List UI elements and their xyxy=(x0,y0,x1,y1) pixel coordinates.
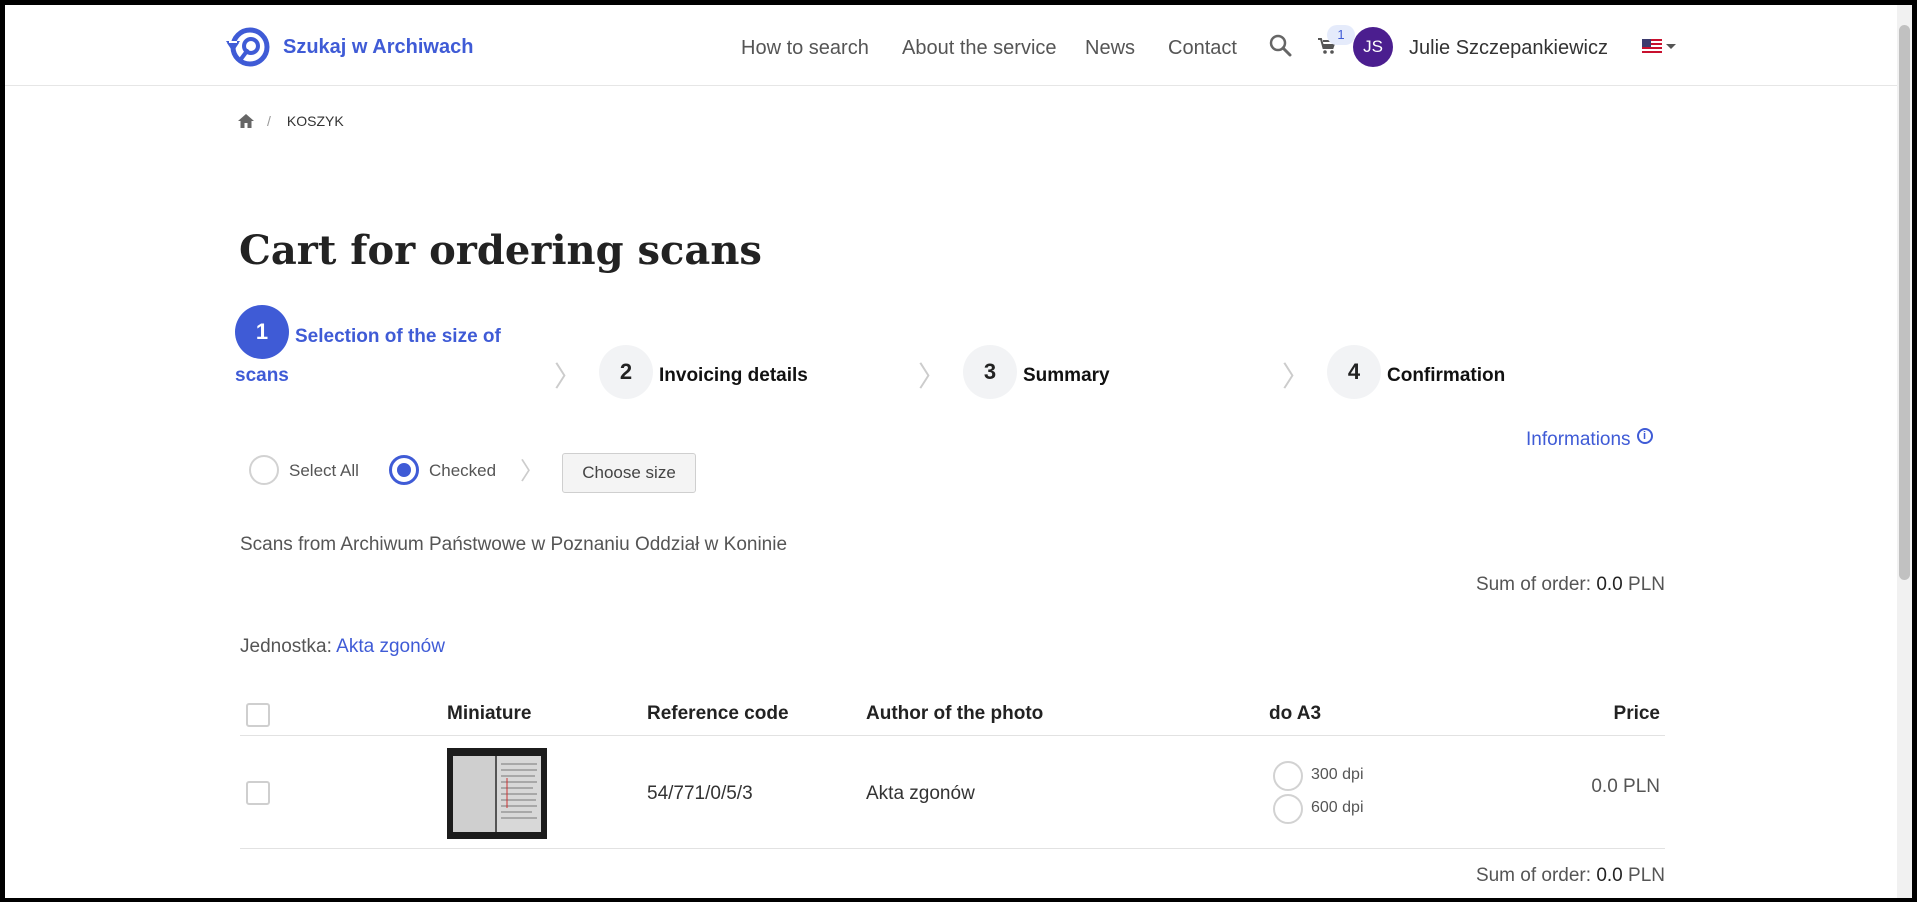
table-row-divider xyxy=(240,848,1665,849)
reference-code-cell: 54/771/0/5/3 xyxy=(647,783,753,804)
step-4-number: 4 xyxy=(1327,345,1381,399)
step-chevron-icon: 〉 xyxy=(554,360,583,393)
us-flag-icon[interactable] xyxy=(1642,39,1662,53)
sum-of-order-label: Sum of order: xyxy=(1475,865,1592,886)
cart-count-badge: 1 xyxy=(1327,25,1355,45)
dpi-300-label: 300 dpi xyxy=(1311,766,1364,783)
sum-of-order-bottom: Sum of order: 0.0 PLN xyxy=(1425,865,1665,887)
nav-contact[interactable]: Contact xyxy=(1168,37,1237,60)
sum-of-order-top: Sum of order: 0.0 PLN xyxy=(1425,574,1665,596)
dpi-600-label: 600 dpi xyxy=(1311,799,1364,816)
step-chevron-icon: 〉 xyxy=(1282,360,1311,393)
sum-of-order-currency: PLN xyxy=(1628,574,1665,595)
informations-label: Informations xyxy=(1526,429,1631,450)
select-all-radio[interactable] xyxy=(249,455,279,485)
sum-of-order-value: 0.0 xyxy=(1596,865,1623,886)
price-cell: 0.0 PLN xyxy=(1591,776,1660,797)
page-title: Cart for ordering scans xyxy=(239,227,762,274)
author-cell: Akta zgonów xyxy=(866,783,975,804)
browser-viewport: Szukaj w Archiwach How to search About t… xyxy=(5,5,1897,898)
step-1-label-line1: Selection of the size of xyxy=(295,326,501,347)
step-4-label: Confirmation xyxy=(1387,365,1506,386)
home-icon[interactable] xyxy=(237,113,255,129)
sum-of-order-value: 0.0 xyxy=(1596,574,1623,595)
archive-search-logo-icon xyxy=(226,27,270,67)
checked-label[interactable]: Checked xyxy=(429,461,496,481)
language-caret-icon[interactable] xyxy=(1666,44,1676,49)
search-icon[interactable] xyxy=(1268,33,1292,62)
select-all-label[interactable]: Select All xyxy=(289,461,359,481)
checked-radio[interactable] xyxy=(389,455,419,485)
dpi-300-radio[interactable] xyxy=(1273,761,1303,791)
nav-about-the-service[interactable]: About the service xyxy=(902,37,1057,60)
column-header-miniature: Miniature xyxy=(447,703,532,724)
scan-thumbnail[interactable] xyxy=(447,748,547,839)
sum-of-order-currency: PLN xyxy=(1628,865,1665,886)
step-3-number: 3 xyxy=(963,345,1017,399)
site-logo[interactable]: Szukaj w Archiwach xyxy=(223,23,473,71)
info-icon: i xyxy=(1636,428,1653,444)
choose-size-button[interactable]: Choose size xyxy=(562,453,696,493)
column-header-reference-code: Reference code xyxy=(647,703,789,724)
informations-link[interactable]: Informations i xyxy=(1526,428,1653,451)
nav-how-to-search[interactable]: How to search xyxy=(741,37,869,60)
step-1-label-line2: scans xyxy=(235,365,289,386)
select-all-checkbox[interactable] xyxy=(246,703,270,727)
breadcrumb-current: KOSZYK xyxy=(286,113,344,129)
column-header-price: Price xyxy=(1613,703,1660,724)
table-header-divider xyxy=(240,735,1665,736)
step-chevron-icon: 〉 xyxy=(918,360,947,393)
unit-label: Jednostka: xyxy=(240,636,332,657)
dpi-600-radio[interactable] xyxy=(1273,794,1303,824)
unit-line: Jednostka: Akta zgonów xyxy=(240,636,445,658)
user-name[interactable]: Julie Szczepankiewicz xyxy=(1409,37,1608,60)
step-3-label: Summary xyxy=(1023,365,1110,386)
unit-link[interactable]: Akta zgonów xyxy=(336,636,445,657)
page-scrollbar[interactable] xyxy=(1897,5,1912,898)
avatar[interactable]: JS xyxy=(1353,27,1393,67)
scans-from-text: Scans from Archiwum Państwowe w Poznaniu… xyxy=(240,534,788,555)
step-2-number: 2 xyxy=(599,345,653,399)
sum-of-order-label: Sum of order: xyxy=(1475,574,1592,595)
logo-text: Szukaj w Archiwach xyxy=(283,35,474,58)
row-checkbox[interactable] xyxy=(246,781,270,805)
column-header-do-a3: do A3 xyxy=(1269,703,1322,724)
column-header-author: Author of the photo xyxy=(866,703,1044,724)
nav-news[interactable]: News xyxy=(1085,37,1135,60)
chevron-right-icon: 〉 xyxy=(520,457,544,485)
step-1-number: 1 xyxy=(235,305,289,359)
scrollbar-thumb[interactable] xyxy=(1899,25,1910,580)
breadcrumb-separator: / xyxy=(267,113,271,129)
site-header: Szukaj w Archiwach How to search About t… xyxy=(5,5,1897,86)
breadcrumb: / KOSZYK xyxy=(237,113,344,129)
step-2-label: Invoicing details xyxy=(659,365,808,386)
